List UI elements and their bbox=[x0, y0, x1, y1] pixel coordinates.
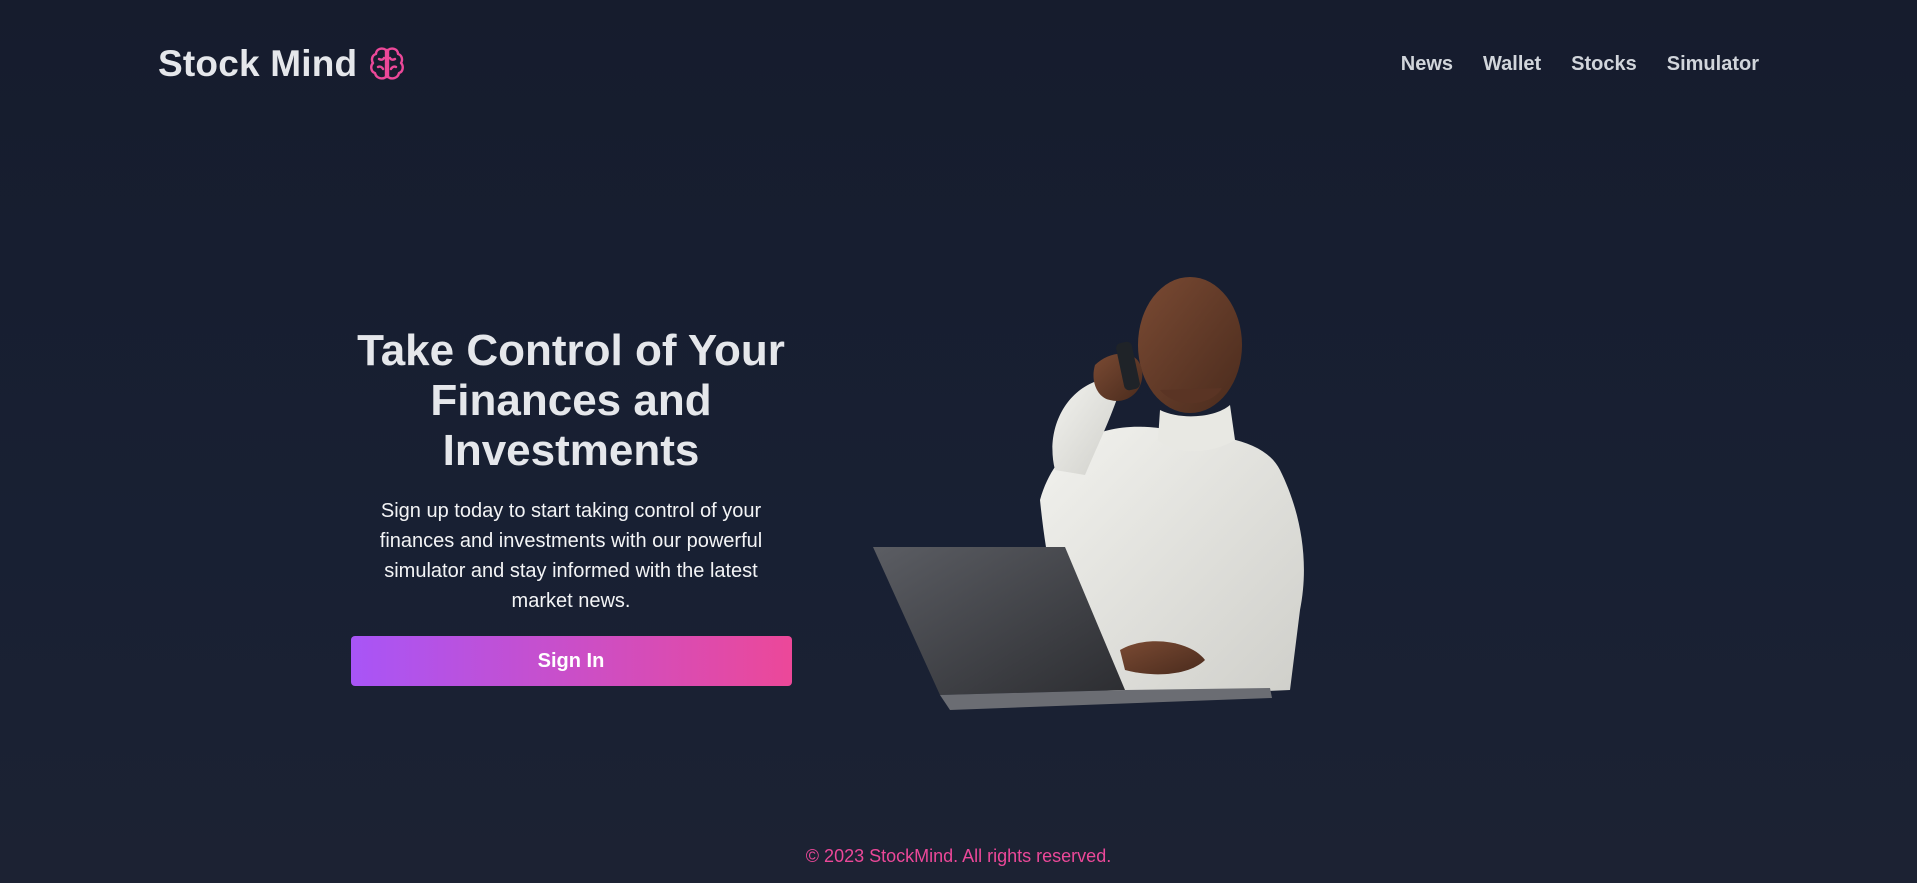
hero-title: Take Control of Your Finances and Invest… bbox=[357, 326, 785, 475]
sign-in-button[interactable]: Sign In bbox=[350, 636, 792, 686]
hero-image bbox=[873, 277, 1304, 710]
brain-icon bbox=[370, 47, 405, 80]
nav-link-wallet[interactable]: Wallet bbox=[1483, 53, 1541, 76]
logo-text: Stock Mind bbox=[158, 43, 358, 84]
copyright-text: © 2023 StockMind. All rights reserved. bbox=[805, 846, 1112, 866]
footer: © 2023 StockMind. All rights reserved. bbox=[0, 846, 1917, 867]
hero-section: Take Control of Your Finances and Invest… bbox=[350, 326, 792, 686]
nav-link-simulator[interactable]: Simulator bbox=[1667, 53, 1759, 76]
nav-link-stocks[interactable]: Stocks bbox=[1571, 53, 1637, 76]
hero-subtitle: Sign up today to start taking control of… bbox=[379, 500, 763, 612]
site-header: Stock Mind News Wallet Stocks Simulator bbox=[158, 36, 1759, 92]
nav-link-news[interactable]: News bbox=[1401, 53, 1453, 76]
main-nav: News Wallet Stocks Simulator bbox=[1401, 53, 1759, 76]
logo[interactable]: Stock Mind bbox=[158, 43, 407, 85]
